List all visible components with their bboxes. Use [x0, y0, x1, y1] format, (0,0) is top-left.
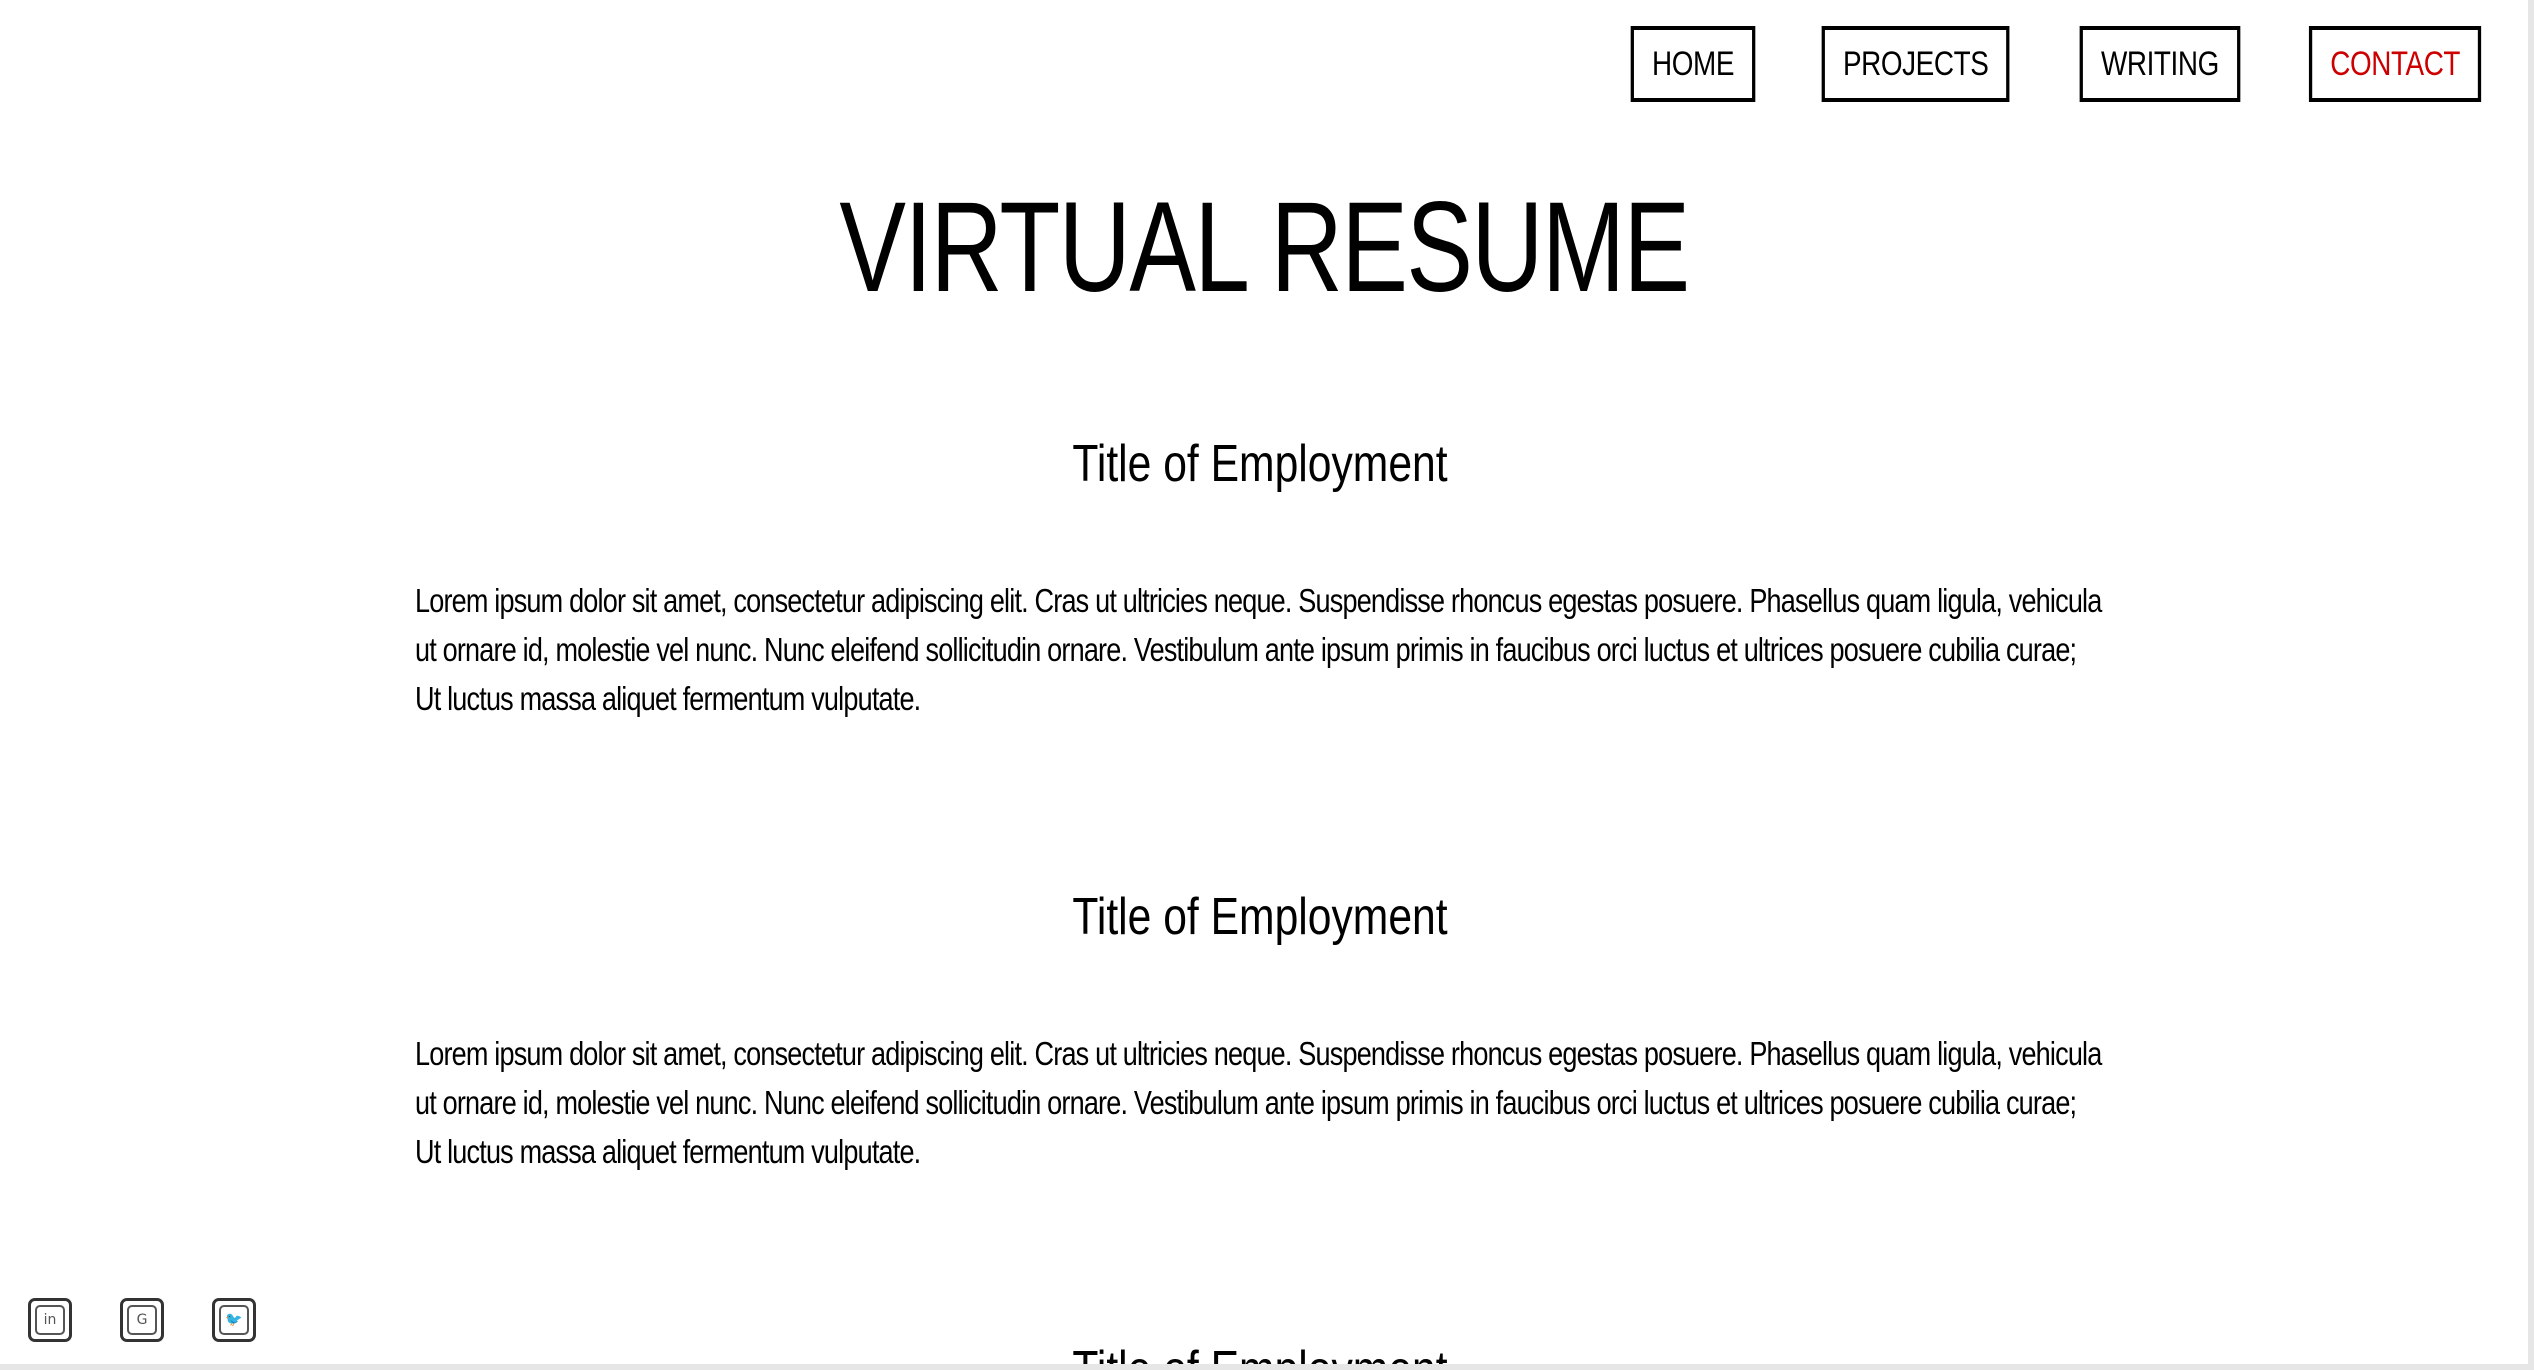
employment-title: Title of Employment	[1072, 888, 1448, 946]
scrollbar-track[interactable]	[2528, 0, 2534, 1370]
employment-title: Title of Employment	[1072, 435, 1448, 493]
google-glyph: G	[127, 1305, 157, 1335]
employment-description: Lorem ipsum dolor sit amet, consectetur …	[415, 1035, 2102, 1170]
linkedin-glyph: in	[35, 1305, 65, 1335]
employment-section: Title of Employment Lorem ipsum dolor si…	[415, 432, 2105, 756]
nav-writing[interactable]: WRITING	[2079, 26, 2241, 102]
twitter-glyph: 🐦	[219, 1305, 249, 1335]
employment-section: Title of Employment Lorem ipsum dolor si…	[415, 885, 2105, 1209]
linkedin-icon[interactable]: in	[28, 1298, 72, 1342]
employment-section: Title of Employment	[415, 1338, 2105, 1364]
employment-description: Lorem ipsum dolor sit amet, consectetur …	[415, 582, 2102, 717]
nav-projects[interactable]: PROJECTS	[1821, 26, 2010, 102]
main-nav: HOME PROJECTS WRITING CONTACT	[1617, 26, 2500, 102]
nav-contact[interactable]: CONTACT	[2308, 26, 2482, 102]
page: HOME PROJECTS WRITING CONTACT VIRTUAL RE…	[0, 0, 2528, 1364]
employment-title: Title of Employment	[567, 1338, 1953, 1364]
google-icon[interactable]: G	[120, 1298, 164, 1342]
window-edge	[0, 1364, 2534, 1370]
nav-home[interactable]: HOME	[1630, 26, 1755, 102]
page-title: VIRTUAL RESUME	[839, 176, 1690, 319]
social-links: in G 🐦	[28, 1298, 256, 1342]
twitter-icon[interactable]: 🐦	[212, 1298, 256, 1342]
